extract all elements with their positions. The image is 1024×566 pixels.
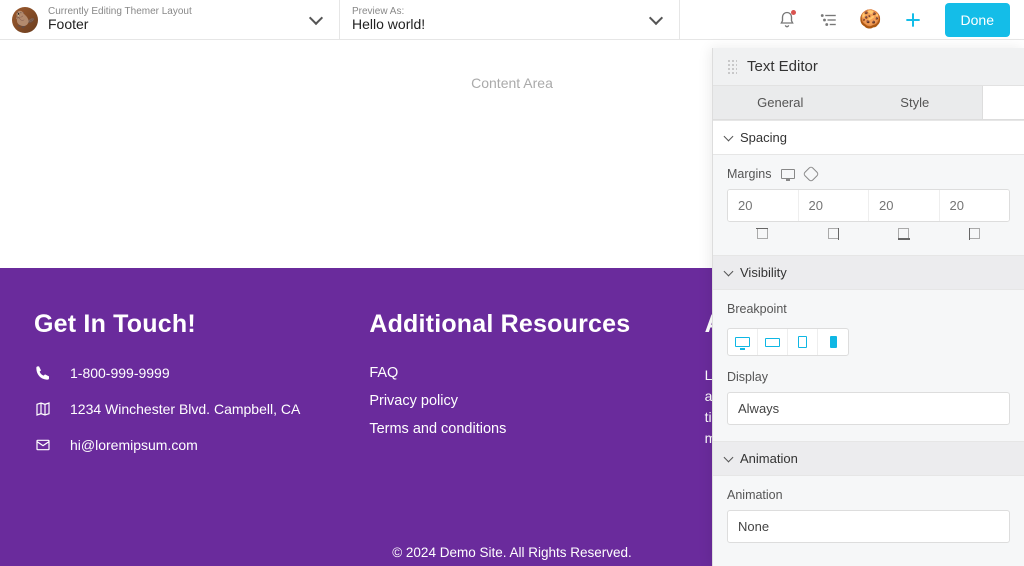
chevron-down-icon xyxy=(649,10,663,24)
chevron-down-icon xyxy=(724,452,734,462)
tab-style[interactable]: Style xyxy=(848,86,983,119)
breakpoint-label: Breakpoint xyxy=(727,302,1010,316)
phone-icon xyxy=(34,365,52,381)
add-content-icon[interactable] xyxy=(903,10,923,30)
section-animation-toggle[interactable]: Animation xyxy=(713,441,1024,476)
footer-heading-resources: Additional Resources xyxy=(369,310,654,339)
drag-handle-icon[interactable] xyxy=(727,59,737,75)
section-visibility-toggle[interactable]: Visibility xyxy=(713,255,1024,290)
breakpoint-laptop[interactable] xyxy=(758,329,788,355)
section-animation-body: Animation None xyxy=(713,476,1024,559)
breakpoint-tablet[interactable] xyxy=(788,329,818,355)
footer-heading-contact: Get In Touch! xyxy=(34,310,319,339)
footer-link[interactable]: FAQ xyxy=(369,365,654,381)
contact-phone-text: 1-800-999-9999 xyxy=(70,365,170,381)
contact-email-text: hi@loremipsum.com xyxy=(70,437,198,453)
margin-right-input[interactable] xyxy=(799,190,870,221)
top-actions: 🍪 Done xyxy=(680,0,1024,39)
display-label: Display xyxy=(727,370,1010,384)
display-select[interactable]: Always xyxy=(727,392,1010,425)
top-bar: 🦫 Currently Editing Themer Layout Footer… xyxy=(0,0,1024,40)
section-visibility-label: Visibility xyxy=(740,265,787,280)
section-animation-label: Animation xyxy=(740,451,798,466)
margin-left-input[interactable] xyxy=(940,190,1010,221)
chevron-down-icon xyxy=(724,266,734,276)
notifications-icon[interactable] xyxy=(777,10,797,30)
map-icon xyxy=(34,401,52,417)
margin-right-icon xyxy=(828,228,839,239)
done-button[interactable]: Done xyxy=(945,3,1010,37)
preview-value: Hello world! xyxy=(352,17,651,32)
contact-phone: 1-800-999-9999 xyxy=(34,365,319,381)
chevron-down-icon xyxy=(724,131,734,141)
footer-link[interactable]: Terms and conditions xyxy=(369,421,654,437)
margin-bottom-icon xyxy=(898,228,909,239)
footer-col-resources: Additional Resources FAQ Privacy policy … xyxy=(369,310,654,473)
breakpoint-phone[interactable] xyxy=(818,329,848,355)
assistant-icon[interactable]: 🍪 xyxy=(861,10,881,30)
notification-dot xyxy=(791,10,796,15)
panel-title: Text Editor xyxy=(747,58,818,75)
chevron-down-icon xyxy=(309,10,323,24)
tab-general[interactable]: General xyxy=(713,86,848,119)
margins-label: Margins xyxy=(727,167,771,181)
section-spacing-toggle[interactable]: Spacing xyxy=(713,120,1024,155)
margin-top-icon xyxy=(757,228,768,239)
panel-tabs: General Style xyxy=(713,86,1024,120)
margins-label-row: Margins xyxy=(727,167,1010,181)
contact-email: hi@loremipsum.com xyxy=(34,437,319,453)
link-values-icon[interactable] xyxy=(803,166,820,183)
beaver-logo-icon: 🦫 xyxy=(12,7,38,33)
section-spacing-label: Spacing xyxy=(740,130,787,145)
contact-address: 1234 Winchester Blvd. Campbell, CA xyxy=(34,401,319,417)
editing-layout-dropdown[interactable]: 🦫 Currently Editing Themer Layout Footer xyxy=(0,0,340,39)
margin-bottom-input[interactable] xyxy=(869,190,940,221)
margins-input-group xyxy=(727,189,1010,222)
margin-top-input[interactable] xyxy=(728,190,799,221)
animation-label: Animation xyxy=(727,488,1010,502)
outline-icon[interactable] xyxy=(819,10,839,30)
breakpoint-buttons xyxy=(727,328,849,356)
tab-advanced-collapsed[interactable] xyxy=(982,86,1024,119)
editing-value: Footer xyxy=(48,17,301,32)
panel-header[interactable]: Text Editor xyxy=(713,48,1024,86)
envelope-icon xyxy=(34,437,52,453)
breakpoint-desktop[interactable] xyxy=(728,329,758,355)
settings-panel: Text Editor General Style Spacing Margin… xyxy=(712,48,1024,566)
footer-col-contact: Get In Touch! 1-800-999-9999 1234 Winche… xyxy=(34,310,319,473)
section-visibility-body: Breakpoint Display Always xyxy=(713,290,1024,441)
section-spacing-body: Margins xyxy=(713,155,1024,255)
preview-as-dropdown[interactable]: Preview As: Hello world! xyxy=(340,0,680,39)
footer-link[interactable]: Privacy policy xyxy=(369,393,654,409)
responsive-icon[interactable] xyxy=(781,169,795,179)
margin-side-icons xyxy=(727,228,1010,239)
contact-address-text: 1234 Winchester Blvd. Campbell, CA xyxy=(70,401,300,417)
animation-select[interactable]: None xyxy=(727,510,1010,543)
margin-left-icon xyxy=(969,228,980,239)
